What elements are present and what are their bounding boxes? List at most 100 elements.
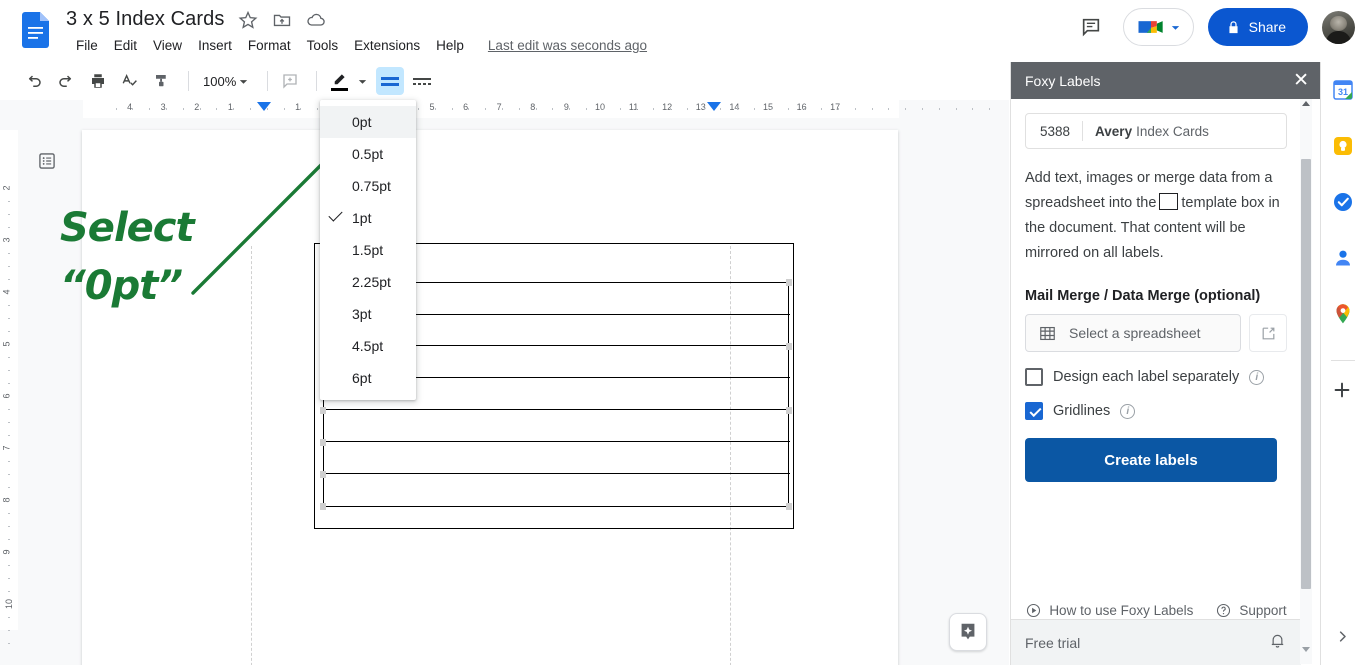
scrollbar-thumb[interactable] (1301, 159, 1311, 589)
spelling-check-icon[interactable] (116, 67, 144, 95)
ruler-number: 1 (227, 102, 233, 112)
menu-item-225pt[interactable]: 2.25pt (320, 266, 416, 298)
table-row-grip[interactable] (786, 407, 792, 414)
comment-history-icon[interactable] (1073, 9, 1109, 45)
google-meet-icon[interactable] (1122, 8, 1194, 46)
document-outline-icon[interactable] (32, 146, 62, 176)
zoom-value: 100% (203, 73, 237, 89)
cloud-saved-icon[interactable] (306, 10, 326, 30)
print-icon[interactable] (84, 67, 112, 95)
menu-extensions[interactable]: Extensions (346, 35, 428, 56)
google-tasks-icon[interactable] (1331, 190, 1355, 214)
right-indent-marker[interactable] (707, 102, 721, 111)
google-keep-icon[interactable] (1331, 134, 1355, 158)
menu-format[interactable]: Format (240, 35, 299, 56)
menu-item-15pt[interactable]: 1.5pt (320, 234, 416, 266)
page-title[interactable]: 3 x 5 Index Cards (66, 8, 224, 31)
menu-item-0pt[interactable]: 0pt (320, 106, 416, 138)
google-calendar-icon[interactable]: 31 (1331, 78, 1355, 102)
share-button[interactable]: Share (1207, 8, 1308, 46)
table-row-grip[interactable] (320, 503, 326, 510)
chevron-down-icon (1171, 25, 1179, 30)
menu-edit[interactable]: Edit (106, 35, 145, 56)
border-width-menu[interactable]: 0pt 0.5pt 0.75pt 1pt 1.5pt 2.25pt 3pt 4.… (320, 100, 416, 400)
avatar[interactable] (1322, 10, 1355, 44)
design-each-label-checkbox[interactable] (1025, 368, 1043, 386)
explore-icon (961, 623, 975, 640)
ruler-tick (972, 108, 974, 110)
menu-file[interactable]: File (68, 35, 106, 56)
ruler-tick (922, 108, 923, 110)
google-docs-logo[interactable] (22, 12, 49, 48)
border-width-icon[interactable] (376, 67, 405, 95)
ruler-tick (905, 108, 907, 110)
add-comment-icon[interactable] (276, 67, 304, 95)
menu-item-075pt[interactable]: 0.75pt (320, 170, 416, 202)
sidebar-scrollbar[interactable] (1300, 99, 1312, 664)
menu-item-3pt[interactable]: 3pt (320, 298, 416, 330)
open-external-icon (1262, 327, 1274, 339)
menu-insert[interactable]: Insert (190, 35, 240, 56)
info-icon[interactable]: i (1120, 403, 1136, 419)
paint-format-icon[interactable] (148, 67, 176, 95)
add-addon-button[interactable] (1331, 379, 1355, 403)
table-row-grip[interactable] (320, 471, 326, 478)
menu-item-1pt[interactable]: 1pt (320, 202, 416, 234)
zoom-control[interactable]: 100% (197, 71, 255, 92)
select-spreadsheet-button[interactable]: Select a spreadsheet (1025, 314, 1241, 352)
foxy-labels-sidebar: Foxy Labels ✕ 5388 Avery Index Cards Add… (1010, 62, 1321, 665)
redo-icon[interactable] (52, 67, 80, 95)
how-to-use-link[interactable]: How to use Foxy Labels (1025, 602, 1193, 619)
ruler-number: 9 (563, 102, 569, 112)
bell-icon[interactable] (1268, 631, 1287, 655)
support-link[interactable]: Support (1215, 602, 1287, 619)
ruler-tick (989, 108, 991, 110)
menu-item-05pt[interactable]: 0.5pt (320, 138, 416, 170)
design-each-label-text: Design each label separately (1053, 369, 1240, 385)
ruler-tick (8, 214, 10, 215)
top-right-actions: Share (1073, 8, 1355, 46)
table-row-grip[interactable] (320, 439, 326, 446)
document-page[interactable] (82, 130, 898, 665)
chevron-down-icon[interactable] (357, 76, 368, 87)
scroll-up-arrow[interactable] (1302, 101, 1310, 106)
select-spreadsheet-label: Select a spreadsheet (1069, 325, 1201, 341)
undo-icon[interactable] (20, 67, 48, 95)
info-icon[interactable]: i (1249, 369, 1265, 385)
explore-button[interactable] (949, 613, 987, 651)
vertical-ruler[interactable]: 2 3 4 5 6 7 8 9 10 (0, 118, 18, 665)
menu-item-45pt[interactable]: 4.5pt (320, 330, 416, 362)
scroll-down-arrow[interactable] (1302, 647, 1310, 652)
template-brand: Avery (1095, 123, 1133, 139)
left-indent-marker[interactable] (257, 102, 271, 111)
gridlines-checkbox[interactable] (1025, 402, 1043, 420)
menu-tools[interactable]: Tools (299, 35, 347, 56)
table-row-grip[interactable] (320, 407, 326, 414)
document-title-row: 3 x 5 Index Cards (66, 8, 326, 31)
ruler-tick (686, 108, 688, 110)
table-row-grip[interactable] (786, 343, 792, 350)
ruler-tick (8, 227, 10, 228)
create-labels-button[interactable]: Create labels (1025, 438, 1277, 482)
menu-view[interactable]: View (145, 35, 190, 56)
ruler-number: 3 (1, 237, 12, 243)
table-row-grip[interactable] (786, 279, 792, 286)
menu-help[interactable]: Help (428, 35, 472, 56)
google-maps-icon[interactable] (1331, 302, 1355, 326)
border-color-icon[interactable] (325, 67, 353, 95)
last-edit-status[interactable]: Last edit was seconds ago (488, 38, 647, 53)
ruler-tick (619, 108, 621, 110)
chevron-right-icon[interactable] (1335, 629, 1350, 649)
template-selector[interactable]: 5388 Avery Index Cards (1025, 113, 1287, 149)
close-icon[interactable]: ✕ (1293, 71, 1309, 90)
move-to-folder-icon[interactable] (272, 10, 292, 30)
ruler-number: 13 (695, 102, 706, 112)
horizontal-ruler[interactable]: 43211234567891011121314151617 (0, 100, 1009, 118)
ruler-tick (8, 487, 10, 488)
menu-item-6pt[interactable]: 6pt (320, 362, 416, 394)
border-dash-icon[interactable] (408, 67, 436, 95)
open-spreadsheet-button[interactable] (1249, 314, 1287, 352)
table-row-grip[interactable] (786, 503, 792, 510)
google-contacts-icon[interactable] (1331, 246, 1355, 270)
star-icon[interactable] (238, 10, 258, 30)
